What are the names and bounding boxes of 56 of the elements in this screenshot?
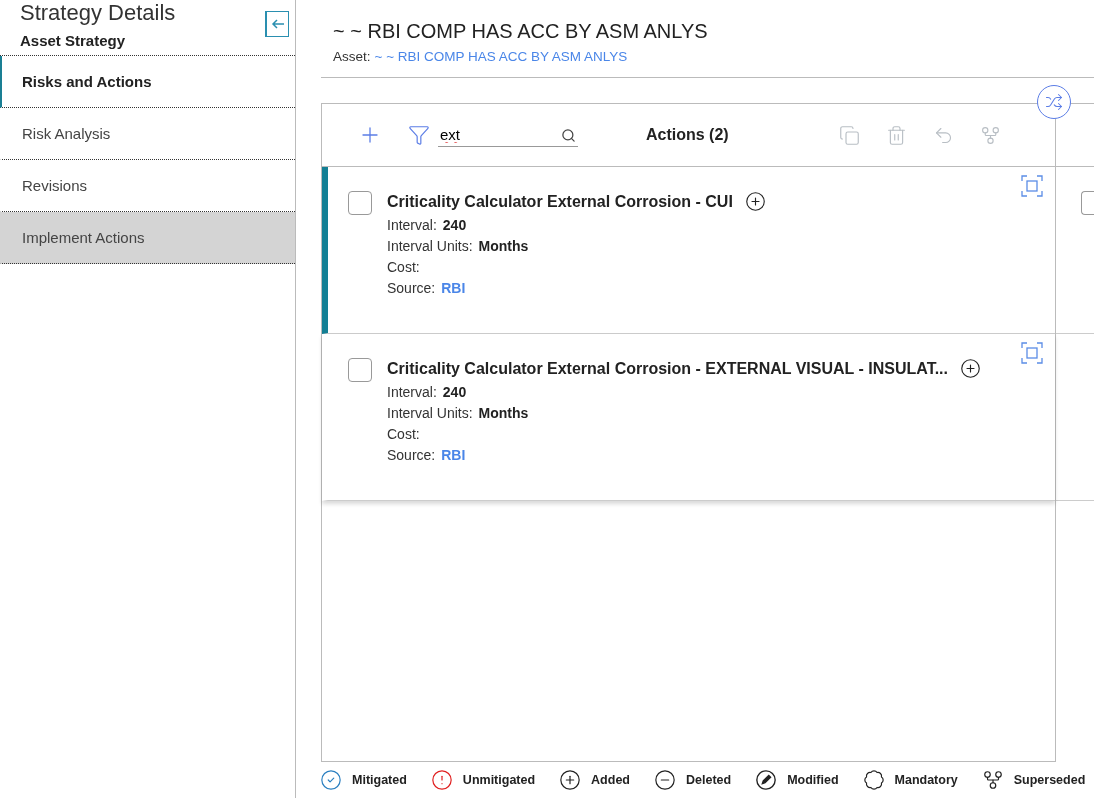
sidebar-item[interactable]: Risks and Actions — [0, 56, 295, 108]
fork-icon — [981, 769, 1004, 792]
field-label: Source: — [387, 447, 436, 463]
starburst-icon — [862, 769, 885, 792]
sidebar-item[interactable]: Implement Actions — [0, 212, 295, 264]
asset-link[interactable]: ~ ~ RBI COMP HAS ACC BY ASM ANLYS — [374, 49, 628, 64]
shuffle-icon — [1045, 93, 1063, 111]
pencil-circle-icon — [755, 769, 778, 792]
legend-label: Added — [591, 773, 630, 788]
search-icon — [561, 128, 576, 143]
collapse-button[interactable] — [265, 11, 289, 37]
legend-label: Deleted — [686, 773, 732, 788]
field-label: Cost: — [387, 426, 420, 442]
legend-label: Modified — [787, 773, 839, 788]
filter-button[interactable] — [408, 124, 430, 146]
field-link[interactable]: RBI — [441, 280, 466, 296]
field-label: Interval Units: — [387, 405, 473, 421]
sidebar-title: Strategy Details — [20, 0, 176, 26]
card-title: Criticality Calculator External Corrosion - CUI — [387, 192, 733, 211]
plus-circle-icon — [559, 769, 582, 792]
expand-icon[interactable] — [1021, 175, 1043, 197]
field-value: 240 — [442, 384, 467, 400]
sidebar-subtitle: Asset Strategy — [20, 32, 127, 49]
plus-circle-icon — [744, 191, 766, 212]
plus-circle-icon — [960, 358, 981, 379]
alert-circle-icon — [430, 769, 453, 792]
legend-label: Mitigated — [352, 773, 407, 788]
field-label: Interval: — [387, 217, 437, 233]
field-link[interactable]: RBI — [441, 447, 466, 463]
field-value: Months — [478, 405, 529, 421]
field-value: 240 — [442, 217, 467, 233]
arrow-left-icon — [269, 17, 286, 31]
expand-icon[interactable] — [1021, 342, 1043, 364]
card-title: Criticality Calculator External Corrosion - EXTERNAL VISUAL - INSULAT... — [387, 359, 948, 378]
asset-label: Asset: — [333, 49, 371, 64]
copy-button[interactable] — [838, 124, 860, 146]
action-card[interactable]: Criticality Calculator External Corrosion - CUI Interval: 240 Interval Units: Months Cost: Source: RBI — [322, 167, 1055, 334]
field-value: Months — [478, 238, 529, 254]
field-label: Interval: — [387, 384, 437, 400]
field-label: Interval Units: — [387, 238, 473, 254]
delete-button[interactable] — [885, 124, 907, 146]
minus-circle-icon — [654, 769, 676, 792]
page-title: ~ ~ RBI COMP HAS ACC BY ASM ANLYS — [332, 20, 709, 43]
field-label: Source: — [387, 280, 436, 296]
check-circle-icon — [320, 769, 342, 792]
checkbox[interactable] — [348, 358, 372, 382]
checkbox[interactable] — [348, 191, 372, 215]
shuffle-button[interactable] — [1037, 85, 1071, 119]
field-label: Cost: — [387, 259, 420, 275]
checkbox[interactable] — [1081, 191, 1094, 215]
action-card[interactable]: Criticality Calculator External Corrosion - EXTERNAL VISUAL - INSULAT... Interval: 240 Interval Units: Months Cost: Source: RBI — [322, 334, 1055, 501]
legend-label: Mandatory — [894, 773, 958, 788]
supersede-button[interactable] — [979, 124, 1001, 146]
legend-label: Unmitigated — [462, 773, 536, 788]
panel-title: Actions (2) — [646, 126, 729, 144]
legend-label: Superseded — [1013, 773, 1086, 788]
